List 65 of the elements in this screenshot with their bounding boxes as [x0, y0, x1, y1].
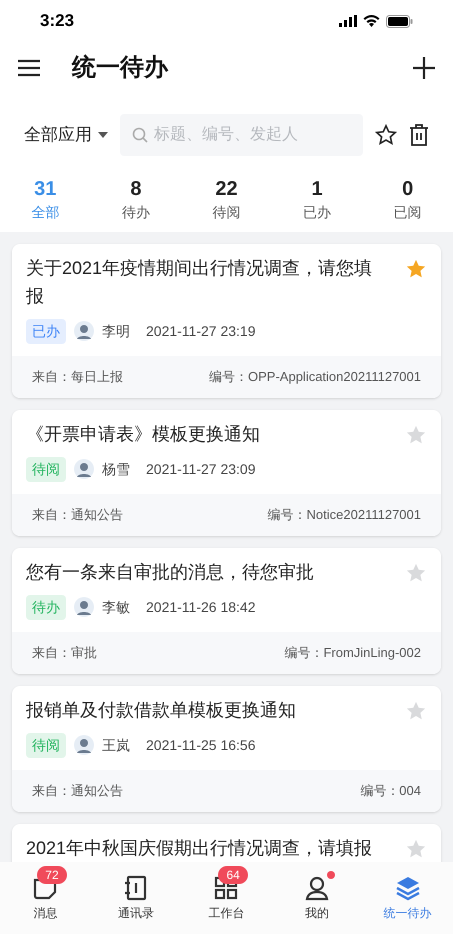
caret-icon — [98, 132, 108, 138]
source-label: 来自：审批 — [32, 644, 97, 662]
number-label: 编号：004 — [360, 782, 421, 800]
count-badge: 72 — [37, 866, 67, 884]
star-icon[interactable] — [405, 424, 427, 446]
add-icon[interactable] — [413, 57, 435, 79]
source-label: 来自：通知公告 — [32, 782, 123, 800]
todo-title: 报销单及付款借款单模板更换通知 — [26, 699, 297, 722]
status-time: 3:23 — [40, 10, 74, 32]
search-field[interactable]: 标题、编号、发起人 — [120, 114, 363, 156]
todo-card[interactable]: 2021年中秋国庆假期出行情况调查，请填报 — [12, 824, 441, 862]
number-label: 编号：OPP-Application20211127001 — [209, 368, 421, 386]
todo-title: 《开票申请表》模板更换通知 — [26, 423, 261, 446]
star-icon[interactable] — [405, 838, 427, 860]
person-name: 王岚 — [102, 736, 130, 754]
star-outline-icon[interactable] — [375, 124, 397, 146]
todo-title: 您有一条来自审批的消息，待您审批 — [26, 561, 315, 584]
person-name: 杨雪 — [102, 460, 130, 478]
filter-tab[interactable]: 0 已阅 — [362, 168, 453, 232]
wifi-icon — [363, 15, 380, 27]
star-icon[interactable] — [405, 700, 427, 722]
battery-icon — [386, 14, 413, 28]
page-title: 统一待办 — [72, 53, 168, 83]
todo-card[interactable]: 关于2021年疫情期间出行情况调查，请您填报 已办 李明 2021-11-27 23:19 来自：每日上报 编号：OPP-Application20211127001 — [12, 244, 441, 398]
filter-tab[interactable]: 22 待阅 — [181, 168, 272, 232]
status-tag: 已办 — [26, 318, 66, 344]
layers-icon — [394, 874, 422, 902]
delete-icon[interactable] — [409, 124, 429, 146]
signal-icon — [339, 15, 357, 27]
avatar — [74, 597, 94, 617]
source-label: 来自：通知公告 — [32, 506, 123, 524]
nav-tab[interactable]: 我的 — [272, 862, 362, 934]
nav-tab[interactable]: 统一待办 — [362, 862, 453, 934]
avatar — [74, 321, 94, 341]
todo-card[interactable]: 《开票申请表》模板更换通知 待阅 杨雪 2021-11-27 23:09 来自：通知公告 编号：Notice20211127001 — [12, 410, 441, 536]
source-label: 来自：每日上报 — [32, 368, 123, 386]
search-icon — [132, 127, 148, 143]
filter-tab[interactable]: 8 待办 — [90, 168, 182, 232]
nav-tab[interactable]: 通讯录 — [90, 862, 182, 934]
todo-time: 2021-11-26 18:42 — [146, 598, 256, 616]
todo-time: 2021-11-27 23:09 — [146, 460, 256, 478]
app-select[interactable]: 全部应用 — [24, 122, 108, 148]
star-icon[interactable] — [405, 562, 427, 584]
status-tag: 待阅 — [26, 456, 66, 482]
menu-icon[interactable] — [18, 59, 40, 77]
person-icon — [303, 874, 332, 902]
todo-time: 2021-11-27 23:19 — [146, 322, 256, 340]
todo-title: 关于2021年疫情期间出行情况调查，请您填报 — [26, 257, 374, 308]
person-name: 李敏 — [102, 598, 130, 616]
todo-card[interactable]: 报销单及付款借款单模板更换通知 待阅 王岚 2021-11-25 16:56 来自：通知公告 编号：004 — [12, 686, 441, 812]
avatar — [74, 459, 94, 479]
nav-tab[interactable]: 64 工作台 — [181, 862, 272, 934]
todo-card[interactable]: 您有一条来自审批的消息，待您审批 待办 李敏 2021-11-26 18:42 来自：审批 编号：FromJinLing-002 — [12, 548, 441, 674]
status-tag: 待办 — [26, 594, 66, 620]
todo-title: 2021年中秋国庆假期出行情况调查，请填报 — [26, 837, 374, 860]
filter-tab[interactable]: 1 已办 — [272, 168, 362, 232]
nav-tab[interactable]: 72 消息 — [0, 862, 91, 934]
number-label: 编号：Notice20211127001 — [268, 506, 421, 524]
number-label: 编号：FromJinLing-002 — [284, 644, 421, 662]
count-badge: 64 — [218, 866, 248, 884]
status-tag: 待阅 — [26, 732, 66, 758]
avatar — [74, 735, 94, 755]
todo-time: 2021-11-25 16:56 — [146, 736, 256, 754]
person-name: 李明 — [102, 322, 130, 340]
star-icon[interactable] — [405, 258, 427, 280]
